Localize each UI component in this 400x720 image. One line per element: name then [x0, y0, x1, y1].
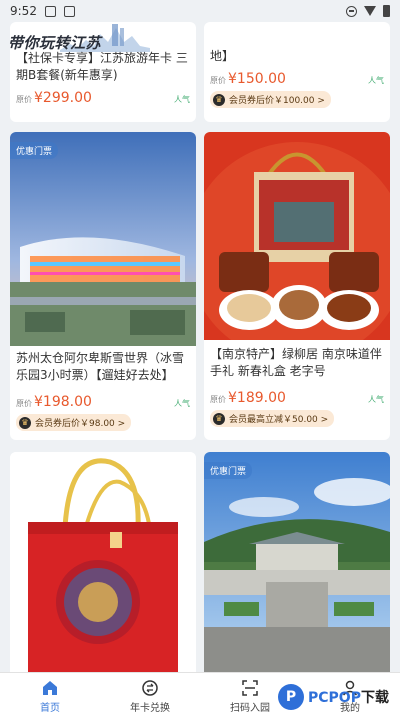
- watermark-text-suffix: 下载: [360, 690, 389, 706]
- original-price-label: 原价: [210, 395, 226, 404]
- popularity-label: 人气: [368, 76, 384, 85]
- product-card[interactable]: 【南京特产】绿柳居 南京味道伴手礼 新春礼盒 老字号 原价 ¥189.00 人气…: [204, 132, 390, 440]
- watermark-logo-icon: P: [278, 684, 304, 710]
- app-brand-header: 带你玩转江苏: [0, 22, 180, 52]
- wifi-icon: [364, 6, 376, 16]
- popularity-label: 人气: [174, 399, 190, 408]
- product-title: 地】: [210, 49, 235, 63]
- crown-icon: ♛: [19, 416, 31, 429]
- member-price-text: 会员最高立减￥50.00 >: [229, 415, 329, 425]
- nav-card-exchange[interactable]: 年卡兑换: [100, 673, 200, 720]
- product-price: ¥189.00: [228, 390, 286, 406]
- nav-home-label: 首页: [40, 703, 60, 714]
- product-price: ¥198.00: [34, 394, 92, 410]
- watermark-text-main: PCPOP: [308, 690, 361, 706]
- do-not-disturb-icon: [346, 5, 357, 17]
- app-notification-icon: [63, 5, 75, 17]
- product-price: ¥299.00: [34, 90, 92, 106]
- member-price-tag[interactable]: ♛ 会员券后价￥98.00 >: [16, 414, 132, 431]
- scan-icon: [242, 680, 258, 696]
- crown-icon: ♛: [213, 93, 225, 106]
- member-price-text: 会员券后价￥100.00 >: [229, 96, 325, 106]
- product-title: 苏州太仓阿尔卑斯雪世界（冰雪乐园3小时票）【遛娃好去处】: [16, 351, 185, 382]
- app-brand-title: 带你玩转江苏: [8, 34, 102, 52]
- product-card[interactable]: [10, 452, 196, 672]
- nav-home[interactable]: 首页: [0, 673, 100, 720]
- ticket-badge: 优惠门票: [10, 142, 59, 159]
- original-price-label: 原价: [210, 76, 226, 85]
- product-grid: 【社保卡专享】江苏旅游年卡 三期B套餐(新年惠享) 原价 ¥299.00 人气 …: [0, 0, 400, 672]
- member-price-tag[interactable]: ♛ 会员最高立减￥50.00 >: [210, 410, 335, 427]
- product-image: [10, 452, 196, 672]
- original-price-label: 原价: [16, 95, 32, 104]
- product-image: [10, 132, 196, 346]
- image-notification-icon: [44, 5, 56, 17]
- product-title: 【南京特产】绿柳居 南京味道伴手礼 新春礼盒 老字号: [210, 347, 382, 378]
- original-price-label: 原价: [16, 399, 32, 408]
- nav-card-exchange-label: 年卡兑换: [130, 703, 170, 714]
- popularity-label: 人气: [174, 95, 190, 104]
- watermark-text: PCPOP下载: [308, 687, 389, 707]
- member-price-tag[interactable]: ♛ 会员券后价￥100.00 >: [210, 91, 331, 108]
- member-price-text: 会员券后价￥98.00 >: [35, 419, 126, 429]
- popularity-label: 人气: [368, 395, 384, 404]
- product-card[interactable]: 地】 原价 ¥150.00 人气 ♛ 会员券后价￥100.00 >: [204, 22, 390, 122]
- status-time: 9:52: [10, 4, 37, 18]
- nav-scan-entry-label: 扫码入园: [230, 703, 270, 714]
- product-price: ¥150.00: [228, 71, 286, 87]
- site-watermark: P PCPOP下载: [278, 684, 389, 710]
- product-card[interactable]: 优惠门票 苏州太仓阿尔卑斯雪世界（冰雪乐园3小时票）【遛娃好去处】 原价 ¥19…: [10, 132, 196, 440]
- product-image: [204, 452, 390, 672]
- product-image: [204, 132, 390, 340]
- exchange-icon: [142, 680, 158, 696]
- crown-icon: ♛: [213, 412, 225, 425]
- ticket-badge: 优惠门票: [204, 462, 253, 479]
- home-icon: [43, 681, 57, 695]
- status-bar: 9:52: [0, 0, 400, 22]
- product-card[interactable]: 优惠门票: [204, 452, 390, 672]
- battery-icon: [383, 5, 390, 17]
